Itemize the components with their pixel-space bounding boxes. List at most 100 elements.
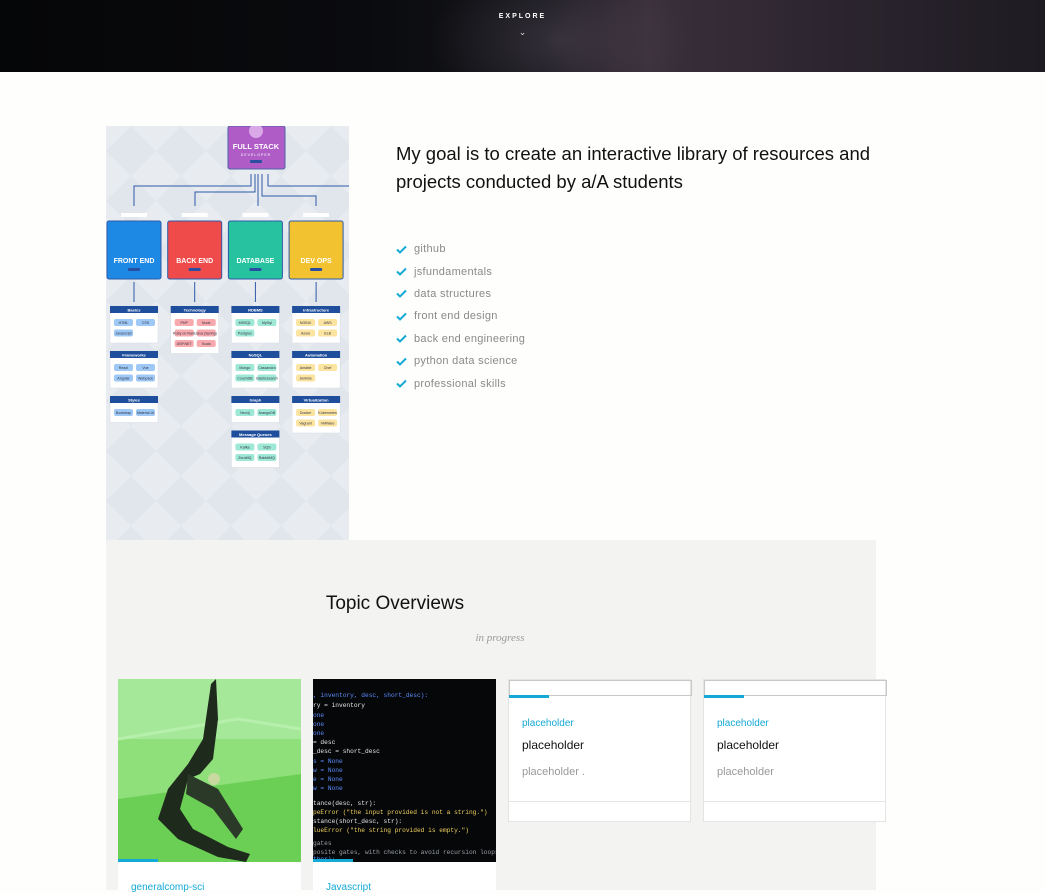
svg-text:posite gates, with checks to a: posite gates, with checks to avoid recur… (313, 849, 496, 856)
svg-text:_desc = short_desc: _desc = short_desc (313, 748, 380, 755)
roadmap-tag-label: Docker (300, 411, 312, 415)
roadmap-group-header: Graph (250, 397, 262, 402)
topics-heading: Topic Overviews (325, 593, 465, 614)
roadmap-tag-label: Material UI (137, 411, 154, 415)
roadmap-tag-label: CSS (142, 321, 150, 325)
svg-text:one: one (313, 721, 324, 728)
roadmap-tag-label: NGINX (300, 321, 312, 325)
roadmap-tag-label: ZeroMQ (238, 456, 251, 460)
roadmap-tag-label: Mongo (239, 366, 250, 370)
goal-item-label: back end engineering (414, 332, 526, 345)
svg-text:ry = inventory: ry = inventory (313, 702, 365, 709)
topic-card-generalcomp-sci[interactable]: generalcomp-sci (118, 679, 301, 893)
svg-text:w = None: w = None (313, 767, 343, 774)
roadmap-tag-label: HTML (119, 321, 129, 325)
card-category-link[interactable]: Javascript (313, 882, 371, 893)
roadmap-tag-label: Postgres (238, 332, 252, 336)
roadmap-group-header: Technology (184, 307, 207, 312)
roadmap-tag-label: MSSQL (239, 321, 252, 325)
roadmap-role-label: BACK END (176, 258, 213, 265)
roadmap-tag-label: Azure (301, 332, 310, 336)
roadmap-group-header: Message Queues (239, 432, 272, 437)
roadmap-group-header: Automation (305, 352, 328, 357)
topic-card-placeholder[interactable]: placeholder placeholder placeholder (703, 679, 887, 822)
roadmap-tag-label: Kubernetes (318, 411, 337, 415)
roadmap-group-header: RDBMS (248, 307, 263, 312)
roadmap-tag-label: React (119, 366, 128, 370)
goal-item-jsfundamentals: jsfundamentals (396, 260, 525, 282)
card-description: placeholder (717, 766, 774, 778)
svg-text:= desc: = desc (313, 739, 336, 746)
roadmap-tag-label: CouchDB (237, 377, 253, 381)
roadmap-tag-label: Vagrant (299, 422, 311, 426)
goal-item-label: jsfundamentals (414, 265, 493, 278)
goal-item-label: professional skills (414, 377, 506, 390)
card-category-link[interactable]: placeholder (717, 718, 769, 729)
card-title[interactable]: placeholder (522, 738, 584, 752)
card-category-link[interactable]: placeholder (522, 718, 574, 729)
roadmap-group-header: Virtualization (304, 397, 330, 402)
roadmap-tag-label: Elasticsearch (256, 377, 277, 381)
roadmap-group-header: Frameworks (122, 352, 146, 357)
svg-text:one: one (313, 712, 324, 719)
roadmap-tag-label: SQS (263, 446, 271, 450)
roadmap-group-header: Basics (128, 307, 142, 312)
topic-card-javascript[interactable]: , inventory, desc, short_desc): ry = inv… (313, 679, 496, 893)
roadmap-tag-label: RabbitMQ (259, 456, 275, 460)
roadmap-tag-label: MySql (262, 321, 272, 325)
goal-item-back-end-engineering: back end engineering (396, 328, 525, 350)
roadmap-tag-label: Ruby on Rails (173, 332, 196, 336)
check-icon (396, 378, 408, 390)
roadmap-tag-label: Chef (324, 366, 332, 370)
svg-text:stance(short_desc, str):: stance(short_desc, str): (313, 818, 402, 825)
card-category-link[interactable]: generalcomp-sci (118, 882, 204, 893)
card-title[interactable]: placeholder (717, 738, 779, 752)
check-icon (396, 266, 408, 278)
goal-item-front-end-design: front end design (396, 305, 525, 327)
roadmap-tag-label: Bootstrap (116, 411, 131, 415)
roadmap-tag-label: Ansible (300, 366, 312, 370)
svg-text:, inventory, desc, short_desc): , inventory, desc, short_desc): (313, 692, 428, 699)
topics-subtitle: in progress (475, 632, 525, 644)
roadmap-role-label: FRONT END (114, 258, 155, 265)
check-icon (396, 310, 408, 322)
card-accent-bar (313, 859, 353, 862)
roadmap-tag-label: Node (202, 321, 211, 325)
roadmap-tag-label: Javascript (115, 332, 131, 336)
svg-text:one: one (313, 730, 324, 737)
roadmap-tag-label: Java (Spring) (196, 332, 217, 336)
topic-card-image[interactable] (118, 679, 301, 862)
svg-text:e = None: e = None (313, 776, 343, 783)
roadmap-role-label: DATABASE (236, 258, 274, 265)
goal-list: github jsfundamentals data structures fr… (396, 238, 525, 395)
card-footer-divider (509, 801, 690, 802)
goal-item-label: data structures (414, 287, 492, 300)
roadmap-tag-label: Scala (202, 342, 211, 346)
card-accent-bar (509, 695, 549, 698)
roadmap-top-subtitle: DEVELOPER (241, 153, 271, 157)
goal-item-label: github (414, 243, 446, 256)
check-icon (396, 288, 408, 300)
roadmap-group-header: Styles (128, 397, 141, 402)
roadmap-tag-label: AWS (324, 321, 333, 325)
svg-text:w = None: w = None (313, 785, 343, 792)
topic-card-placeholder[interactable]: placeholder placeholder placeholder . (508, 679, 692, 822)
check-icon (396, 243, 408, 255)
roadmap-tag-label: ArangoDB (259, 411, 276, 415)
card-accent-bar (118, 859, 158, 862)
svg-text:tance(desc, str):: tance(desc, str): (313, 800, 376, 807)
goal-heading: My goal is to create an interactive libr… (396, 143, 871, 192)
roadmap-tag-label: Webpack (138, 377, 153, 381)
svg-text:lueError ("the string provided: lueError ("the string provided is empty.… (313, 827, 469, 834)
explore-link[interactable]: EXPLORE (0, 13, 1045, 20)
roadmap-tag-label: ASP.NET (177, 342, 193, 346)
card-description: placeholder . (522, 766, 585, 778)
roadmap-tag-label: Neo4j (240, 411, 250, 415)
goal-item-python-data-science: python data science (396, 350, 525, 372)
roadmap-tag-label: Kafka (240, 446, 249, 450)
svg-text:s = None: s = None (313, 758, 343, 765)
goal-item-data-structures: data structures (396, 283, 525, 305)
chevron-down-icon[interactable]: ⌄ (0, 27, 1045, 38)
topic-card-image[interactable]: , inventory, desc, short_desc): ry = inv… (313, 679, 496, 862)
broken-image-icon (704, 680, 887, 696)
